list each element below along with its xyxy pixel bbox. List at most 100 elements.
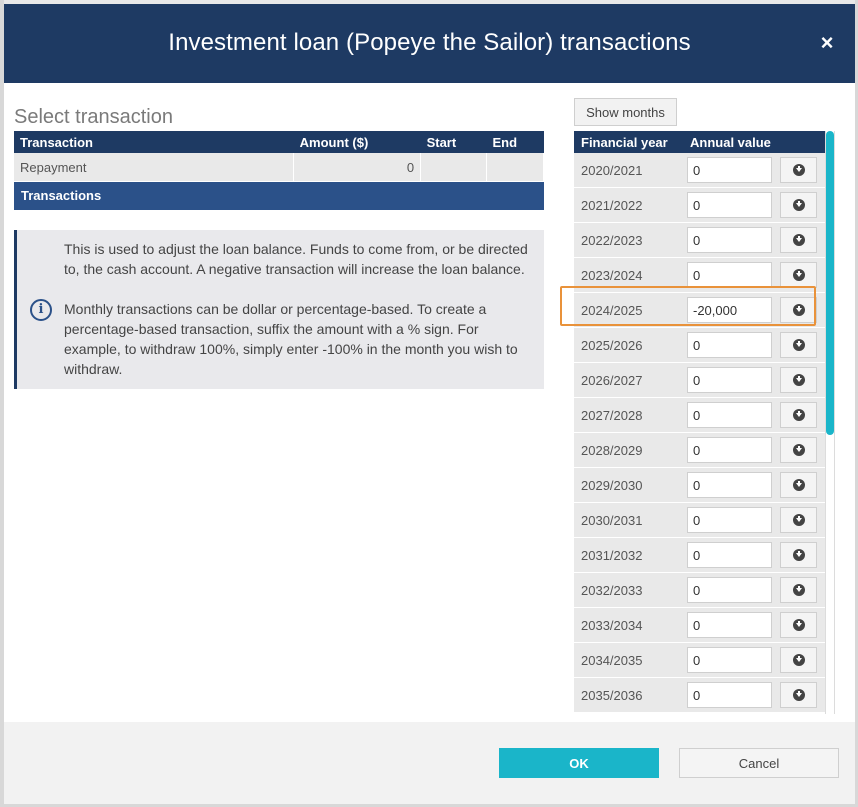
table-row: 2032/2033 (574, 573, 825, 608)
annual-value-input[interactable] (687, 507, 772, 533)
scrollbar-thumb[interactable] (826, 131, 834, 435)
transactions-dialog: Investment loan (Popeye the Sailor) tran… (4, 4, 855, 804)
select-transaction-heading: Select transaction (14, 106, 173, 128)
annual-value-input[interactable] (687, 542, 772, 568)
annual-value-cell (684, 153, 779, 187)
financial-year-label: 2030/2031 (574, 503, 684, 537)
fill-down-cell (779, 223, 825, 257)
arrow-down-circle-icon (792, 654, 805, 666)
transaction-start (420, 153, 488, 181)
annual-value-input[interactable] (687, 612, 772, 638)
financial-year-label: 2024/2025 (574, 293, 684, 327)
annual-value-cell (684, 188, 779, 222)
fill-down-cell (779, 608, 825, 642)
arrow-down-circle-icon (792, 234, 805, 246)
annual-value-cell (684, 608, 779, 642)
annual-value-cell (684, 538, 779, 572)
financial-year-label: 2033/2034 (574, 608, 684, 642)
annual-value-input[interactable] (687, 402, 772, 428)
fill-down-cell (779, 153, 825, 187)
transactions-section-row[interactable]: Transactions (14, 182, 544, 210)
table-row: 2029/2030 (574, 468, 825, 503)
fill-down-button[interactable] (780, 367, 817, 393)
financial-year-label: 2020/2021 (574, 153, 684, 187)
financial-year-label: 2022/2023 (574, 223, 684, 257)
financial-year-label: 2023/2024 (574, 258, 684, 292)
close-icon[interactable]: × (817, 32, 837, 54)
table-row: 2034/2035 (574, 643, 825, 678)
col-end: End (486, 131, 544, 153)
fill-down-button[interactable] (780, 472, 817, 498)
annual-value-input[interactable] (687, 577, 772, 603)
fill-down-button[interactable] (780, 402, 817, 428)
annual-value-input[interactable] (687, 227, 772, 253)
annual-value-input[interactable] (687, 192, 772, 218)
fill-down-button[interactable] (780, 647, 817, 673)
fill-down-cell (779, 188, 825, 222)
annual-value-cell (684, 258, 779, 292)
fill-down-button[interactable] (780, 577, 817, 603)
fill-down-button[interactable] (780, 682, 817, 708)
arrow-down-circle-icon (792, 514, 805, 526)
col-transaction: Transaction (14, 131, 294, 153)
annual-value-input[interactable] (687, 437, 772, 463)
table-row[interactable]: Repayment 0 (14, 153, 544, 181)
arrow-down-circle-icon (792, 444, 805, 456)
annual-value-cell (684, 328, 779, 362)
fill-down-cell (779, 503, 825, 537)
fill-down-button[interactable] (780, 227, 817, 253)
table-row: 2022/2023 (574, 223, 825, 258)
financial-year-label: 2032/2033 (574, 573, 684, 607)
transaction-amount: 0 (293, 153, 422, 181)
fill-down-button[interactable] (780, 157, 817, 183)
table-row: 2035/2036 (574, 678, 825, 713)
annual-value-cell (684, 643, 779, 677)
annual-value-input[interactable] (687, 297, 772, 323)
table-row: 2025/2026 (574, 328, 825, 363)
arrow-down-circle-icon (792, 164, 805, 176)
annual-value-input[interactable] (687, 647, 772, 673)
fill-down-button[interactable] (780, 192, 817, 218)
annual-value-cell (684, 573, 779, 607)
annual-value-cell (684, 433, 779, 467)
financial-year-label: 2035/2036 (574, 678, 684, 712)
fill-down-button[interactable] (780, 297, 817, 323)
annual-value-input[interactable] (687, 332, 772, 358)
fill-down-cell (779, 538, 825, 572)
arrow-down-circle-icon (792, 549, 805, 561)
financial-year-label: 2028/2029 (574, 433, 684, 467)
ok-button[interactable]: OK (499, 748, 659, 778)
show-months-button[interactable]: Show months (574, 98, 677, 126)
annual-value-cell (684, 223, 779, 257)
annual-value-input[interactable] (687, 472, 772, 498)
info-paragraph-1: This is used to adjust the loan balance.… (64, 241, 528, 277)
fill-down-button[interactable] (780, 332, 817, 358)
scrollbar[interactable] (825, 131, 835, 714)
transaction-end (486, 153, 544, 181)
fill-down-button[interactable] (780, 542, 817, 568)
cancel-button[interactable]: Cancel (679, 748, 839, 778)
financial-year-label: 2027/2028 (574, 398, 684, 432)
fill-down-cell (779, 328, 825, 362)
fill-down-button[interactable] (780, 612, 817, 638)
table-row: 2024/2025 (574, 293, 825, 328)
annual-value-input[interactable] (687, 157, 772, 183)
table-row: 2030/2031 (574, 503, 825, 538)
col-start: Start (420, 131, 487, 153)
annual-value-input[interactable] (687, 682, 772, 708)
fill-down-button[interactable] (780, 437, 817, 463)
financial-year-label: 2034/2035 (574, 643, 684, 677)
table-row: 2027/2028 (574, 398, 825, 433)
fill-down-cell (779, 643, 825, 677)
fill-down-button[interactable] (780, 507, 817, 533)
col-amount: Amount ($) (293, 131, 421, 153)
fill-down-button[interactable] (780, 262, 817, 288)
arrow-down-circle-icon (792, 199, 805, 211)
table-row: 2020/2021 (574, 153, 825, 188)
info-paragraph-2: Monthly transactions can be dollar or pe… (64, 301, 518, 377)
arrow-down-circle-icon (792, 584, 805, 596)
annual-value-input[interactable] (687, 367, 772, 393)
annual-value-input[interactable] (687, 262, 772, 288)
arrow-down-circle-icon (792, 339, 805, 351)
table-row: 2031/2032 (574, 538, 825, 573)
